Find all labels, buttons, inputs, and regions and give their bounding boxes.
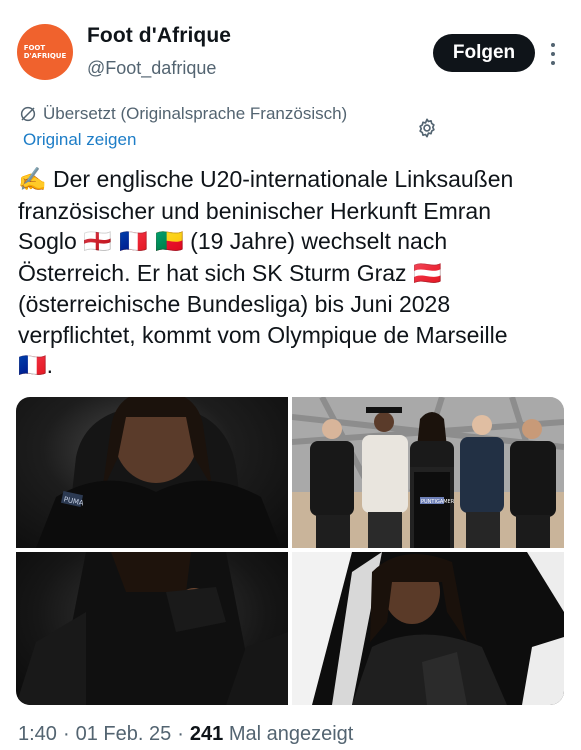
- austria-flag-emoji: 🇦🇹: [412, 260, 442, 287]
- avatar-logo-line2: D'AFRIQUE: [23, 52, 67, 60]
- meta-separator: ·: [62, 723, 70, 745]
- translation-status: Übersetzt (Originalsprache Französisch): [19, 104, 347, 124]
- tweet-text-part4: .: [46, 352, 54, 378]
- photo-3[interactable]: [16, 552, 288, 705]
- tweet-text: ✍️ Der englische U20-internationale Link…: [18, 164, 548, 382]
- translation-status-text: Übersetzt (Originalsprache Französisch): [43, 104, 348, 123]
- tweet-date[interactable]: 01 Feb. 25: [76, 723, 172, 746]
- photo-2[interactable]: PUNTIGAMER: [292, 397, 564, 548]
- tweet-meta: 1:40 · 01 Feb. 25 · 241 Mal angezeigt: [18, 723, 353, 746]
- flags-emoji: 🏴󠁧󠁢󠁥󠁮󠁧󠁿 🇫🇷 🇧🇯: [83, 229, 184, 255]
- avatar-logo: FOOT D'AFRIQUE: [24, 44, 67, 60]
- author-avatar[interactable]: FOOT D'AFRIQUE: [17, 24, 73, 80]
- photo-4[interactable]: [292, 552, 564, 705]
- meta-separator: ·: [177, 723, 184, 745]
- tweet-text-part3: (österreichische Bundesliga) bis Juni 20…: [18, 291, 508, 348]
- photo-1-illustration: PUMA: [36, 397, 281, 548]
- translate-slash-icon: [20, 106, 36, 122]
- tweet-time[interactable]: 1:40: [18, 723, 57, 746]
- jersey-sponsor-text: PUNTIGAMER: [421, 499, 455, 505]
- author-display-name[interactable]: Foot d'Afrique: [87, 24, 231, 48]
- photo-4-illustration: [292, 552, 564, 705]
- gear-icon[interactable]: [416, 117, 438, 139]
- view-count-label: Mal angezeigt: [228, 723, 354, 745]
- view-count: 241: [189, 723, 224, 745]
- france-flag-emoji: 🇫🇷: [18, 353, 47, 379]
- author-handle[interactable]: @Foot_dafrique: [87, 58, 216, 79]
- photo-2-illustration: PUNTIGAMER: [292, 397, 564, 548]
- writing-hand-emoji: ✍️: [18, 167, 47, 193]
- photo-3-illustration: [16, 552, 288, 705]
- follow-button[interactable]: Folgen: [433, 34, 535, 72]
- media-grid: PUMA PUNTIGAMER: [16, 397, 564, 705]
- show-original-link[interactable]: Original zeigen: [23, 130, 136, 150]
- avatar-logo-line1: FOOT: [23, 44, 46, 52]
- photo-1[interactable]: PUMA: [16, 397, 288, 548]
- more-options-icon[interactable]: [549, 43, 557, 65]
